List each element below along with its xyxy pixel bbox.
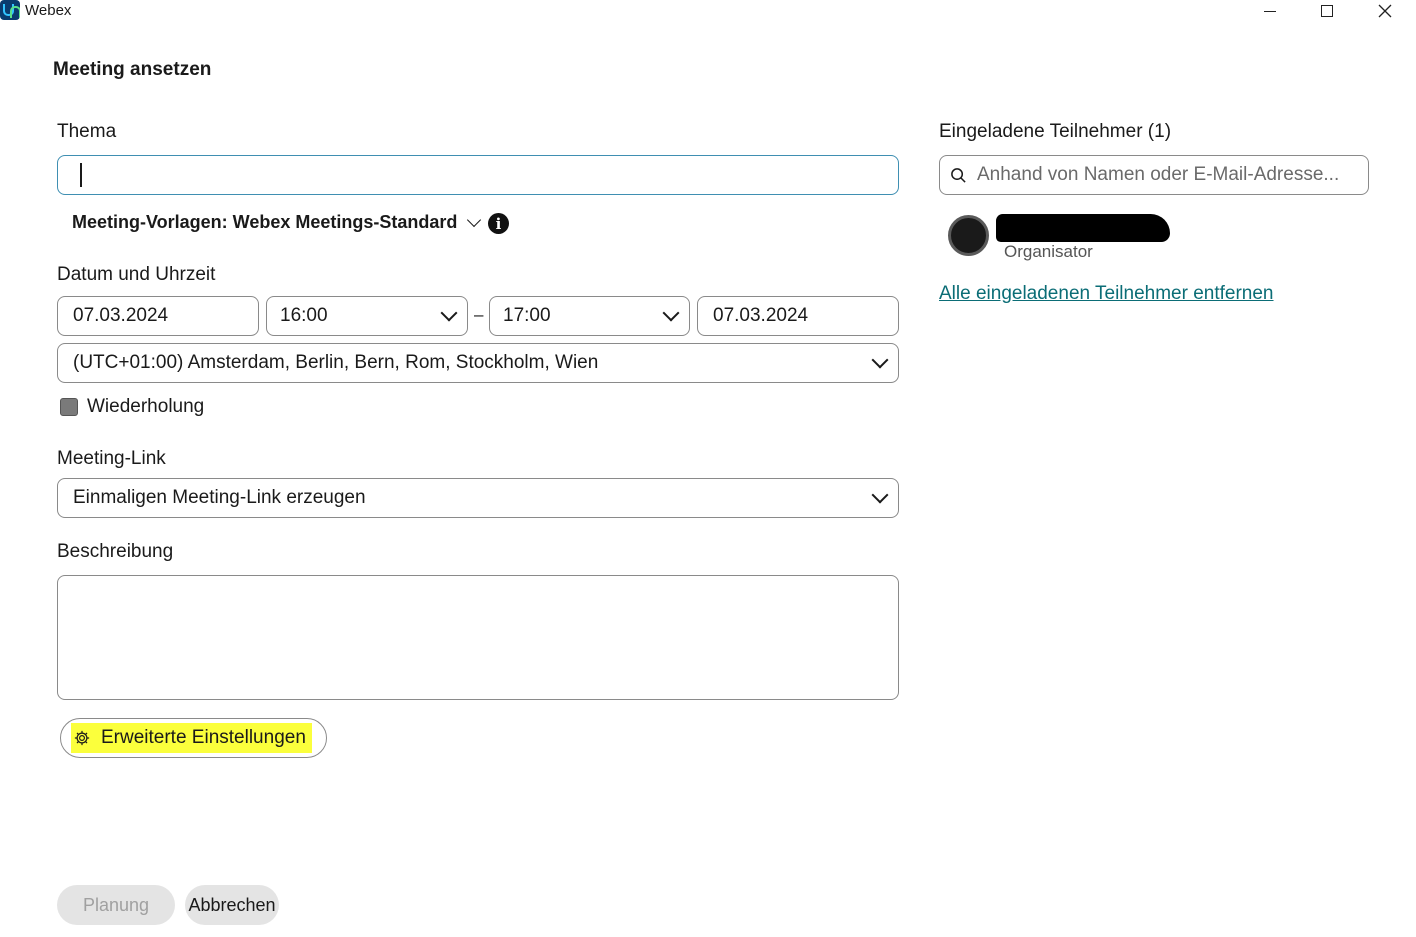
meeting-link-label: Meeting-Link	[57, 448, 166, 469]
description-textarea[interactable]	[57, 575, 899, 700]
start-time-select[interactable]: 16:00	[266, 296, 468, 336]
organizer-role: Organisator	[1004, 242, 1093, 261]
text-caret	[80, 163, 82, 187]
end-time-select[interactable]: 17:00	[489, 296, 690, 336]
invitee-search[interactable]	[939, 155, 1369, 195]
recurrence-checkbox[interactable]	[60, 398, 78, 416]
template-label: Meeting-Vorlagen: Webex Meetings-Standar…	[72, 212, 458, 232]
maximize-icon	[1321, 5, 1333, 17]
remove-all-invitees-link[interactable]: Alle eingeladenen Teilnehmer entfernen	[939, 283, 1274, 305]
minimize-button[interactable]	[1250, 0, 1290, 22]
topic-label: Thema	[57, 121, 117, 142]
cancel-button[interactable]: Abbrechen	[185, 885, 279, 925]
meeting-link-value: Einmaligen Meeting-Link erzeugen	[73, 487, 366, 508]
close-icon	[1378, 4, 1392, 18]
advanced-settings-button[interactable]: Erweiterte Einstellungen	[60, 718, 327, 758]
search-icon	[951, 167, 966, 183]
redacted-name	[996, 214, 1170, 242]
avatar	[948, 215, 989, 256]
app-title: Webex	[25, 2, 72, 19]
end-date-field[interactable]: 07.03.2024	[697, 296, 899, 336]
gear-icon	[74, 730, 90, 746]
topic-input[interactable]	[57, 155, 899, 195]
advanced-settings-label: Erweiterte Einstellungen	[101, 727, 306, 748]
timezone-select[interactable]: (UTC+01:00) Amsterdam, Berlin, Bern, Rom…	[57, 343, 899, 383]
dialog-title: Meeting ansetzen	[53, 59, 212, 80]
datetime-label: Datum und Uhrzeit	[57, 264, 216, 285]
highlight-marker: Erweiterte Einstellungen	[71, 723, 312, 753]
invitee-search-input[interactable]	[977, 164, 1357, 186]
chevron-down-icon	[662, 304, 680, 322]
start-time-value: 16:00	[280, 305, 328, 326]
close-button[interactable]	[1365, 0, 1405, 22]
info-icon[interactable]: i	[488, 213, 509, 234]
webex-logo-icon	[0, 0, 20, 20]
minimize-icon	[1264, 10, 1276, 12]
timezone-value: (UTC+01:00) Amsterdam, Berlin, Bern, Rom…	[73, 352, 599, 373]
recurrence-label: Wiederholung	[87, 396, 205, 417]
chevron-down-icon	[467, 212, 482, 227]
title-bar: Webex	[0, 0, 1416, 22]
start-date-value: 07.03.2024	[73, 305, 169, 326]
end-time-value: 17:00	[503, 305, 551, 326]
description-label: Beschreibung	[57, 541, 174, 562]
time-separator: –	[474, 305, 484, 324]
end-date-value: 07.03.2024	[713, 305, 809, 326]
maximize-button[interactable]	[1307, 0, 1347, 22]
meeting-link-select[interactable]: Einmaligen Meeting-Link erzeugen	[57, 478, 899, 518]
chevron-down-icon	[871, 486, 889, 504]
schedule-button[interactable]: Planung	[57, 885, 175, 925]
start-date-field[interactable]: 07.03.2024	[57, 296, 259, 336]
chevron-down-icon	[871, 351, 889, 369]
invitees-label: Eingeladene Teilnehmer (1)	[939, 121, 1172, 142]
template-dropdown[interactable]: Meeting-Vorlagen: Webex Meetings-Standar…	[72, 212, 482, 233]
chevron-down-icon	[440, 304, 458, 322]
